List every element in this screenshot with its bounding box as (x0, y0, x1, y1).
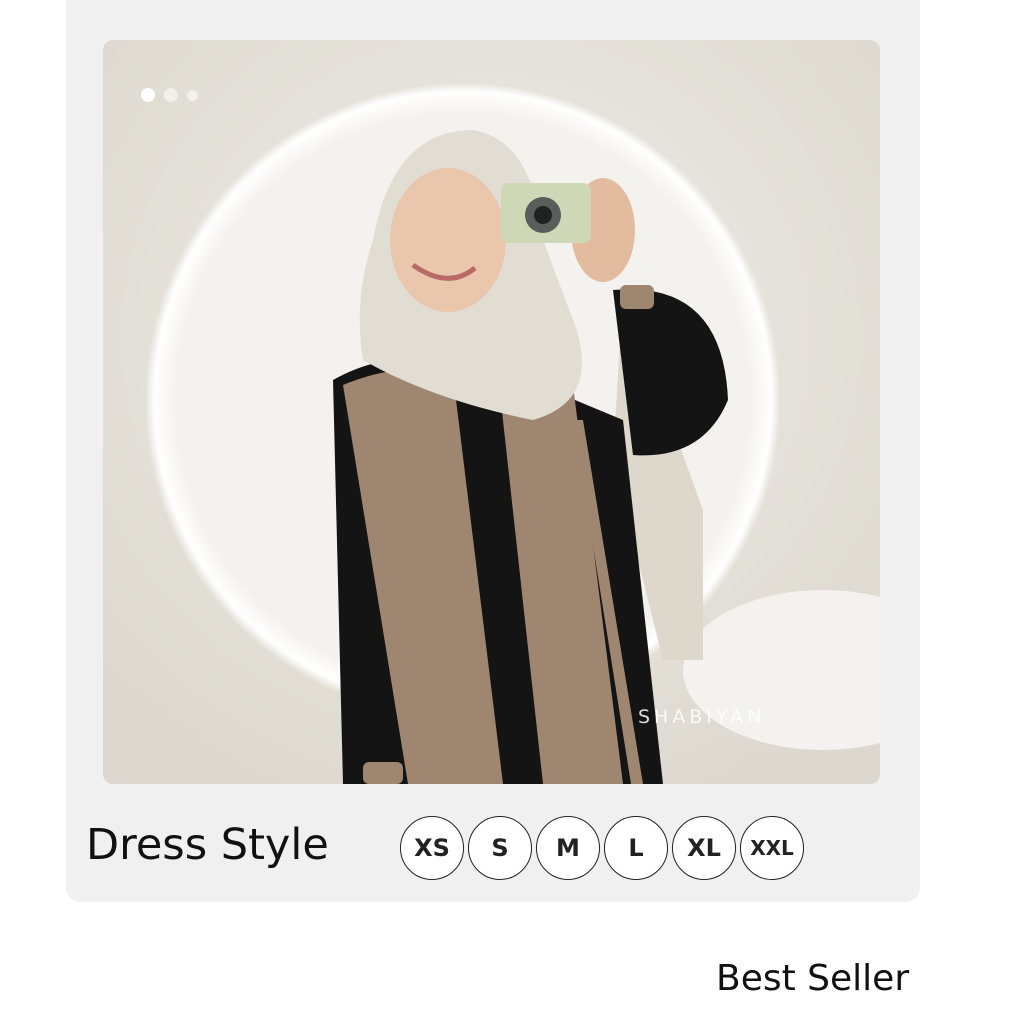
size-m-button[interactable]: M (536, 816, 600, 880)
product-photo[interactable]: SHABIYAN (103, 40, 880, 784)
carousel-dots (141, 88, 198, 102)
size-xs-button[interactable]: XS (400, 816, 464, 880)
model-photo-icon (103, 40, 880, 784)
brand-watermark: SHABIYAN (638, 706, 766, 728)
best-seller-label: Best Seller (716, 958, 910, 999)
carousel-dot-3[interactable] (187, 89, 198, 101)
carousel-dot-1[interactable] (141, 88, 155, 102)
product-title: Dress Style (86, 820, 329, 870)
carousel-dot-2[interactable] (164, 88, 178, 102)
product-card: SHABIYAN Dress Style XS S M L XL XXL (66, 0, 920, 902)
size-xl-button[interactable]: XL (672, 816, 736, 880)
size-selector: XS S M L XL XXL (400, 816, 804, 880)
size-l-button[interactable]: L (604, 816, 668, 880)
size-s-button[interactable]: S (468, 816, 532, 880)
size-xxl-button[interactable]: XXL (740, 816, 804, 880)
